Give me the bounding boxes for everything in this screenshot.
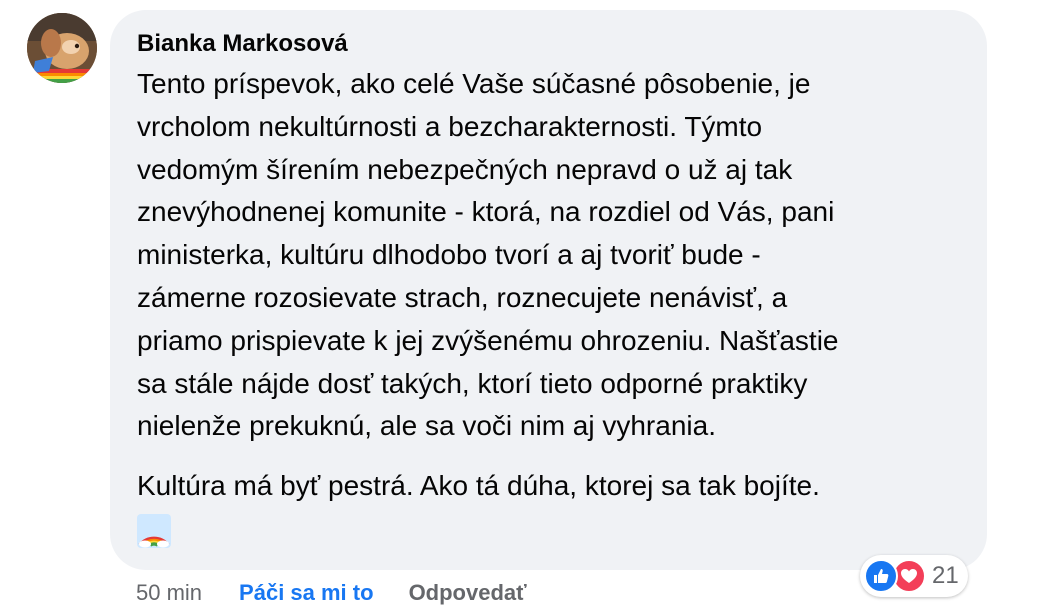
- reply-button[interactable]: Odpovedať: [409, 580, 527, 606]
- reaction-count: 21: [932, 562, 959, 589]
- comment-line: priamo prispievate k jej zvýšenému ohroz…: [137, 324, 839, 356]
- comment-line: vrcholom nekultúrnosti a bezcharakternos…: [137, 110, 763, 142]
- comment-bubble: Bianka Markosová Tento príspevok, ako ce…: [110, 10, 987, 570]
- comment-second-paragraph: Kultúra má byť pestrá. Ako tá dúha, ktor…: [137, 470, 820, 502]
- comment-line: ministerka, kultúru dlhodobo tvorí a aj …: [137, 239, 761, 271]
- comment-actions: 50 min Páči sa mi to Odpovedať: [136, 578, 527, 608]
- reactions-summary[interactable]: 21: [860, 555, 968, 597]
- rainbow-emoji-icon: [137, 513, 171, 548]
- comment-text: Tento príspevok, ako celé Vaše súčasné p…: [137, 63, 963, 508]
- comment-line: sa stále nájde dosť takých, ktorí tieto …: [137, 367, 808, 399]
- like-button[interactable]: Páči sa mi to: [239, 580, 374, 606]
- comment-line: nielenže prekuknú, ale sa voči nim aj vy…: [137, 410, 716, 442]
- author-avatar[interactable]: [27, 13, 97, 83]
- timestamp[interactable]: 50 min: [136, 580, 202, 606]
- avatar-image: [27, 13, 97, 83]
- comment-line: Tento príspevok, ako celé Vaše súčasné p…: [137, 68, 811, 99]
- comment-line: znevýhodnenej komunite - ktorá, na rozdi…: [137, 196, 835, 228]
- author-name[interactable]: Bianka Markosová: [137, 28, 963, 60]
- comment-line: zámerne rozosievate strach, roznecujete …: [137, 281, 788, 313]
- comment: Bianka Markosová Tento príspevok, ako ce…: [0, 0, 1056, 612]
- like-icon: [864, 559, 898, 593]
- comment-line: vedomým šírením nebezpečných nepravd o u…: [137, 153, 793, 185]
